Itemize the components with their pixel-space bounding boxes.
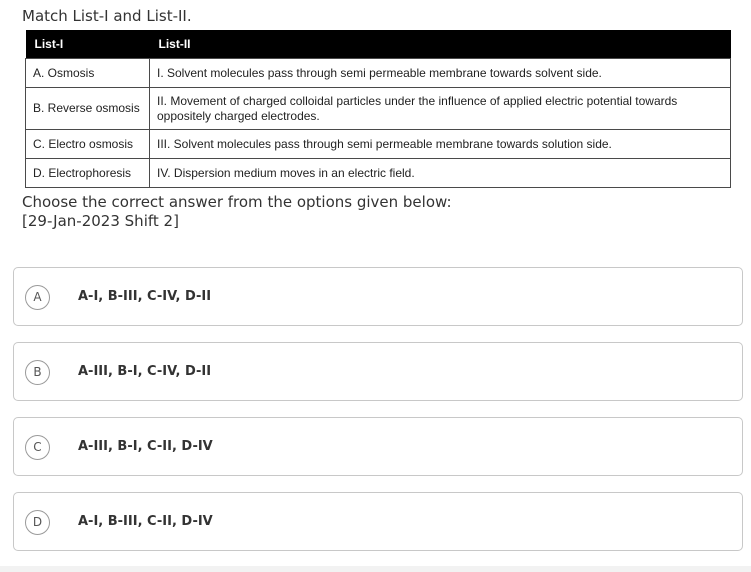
table-row: D. Electrophoresis IV. Dispersion medium… <box>25 158 731 188</box>
list-2-cell: I. Solvent molecules pass through semi p… <box>149 58 731 88</box>
exam-reference: [29-Jan-2023 Shift 2] <box>22 212 179 230</box>
option-text: A-III, B-I, C-II, D-IV <box>78 439 213 454</box>
list-1-cell: B. Reverse osmosis <box>25 87 150 130</box>
option-letter-circle: A <box>25 285 50 310</box>
bottom-divider <box>0 566 751 572</box>
list-2-cell: III. Solvent molecules pass through semi… <box>149 129 731 159</box>
list-2-cell: IV. Dispersion medium moves in an electr… <box>149 158 731 188</box>
match-table: List-I List-II A. Osmosis I. Solvent mol… <box>25 30 731 188</box>
list-1-cell: C. Electro osmosis <box>25 129 150 159</box>
list-1-cell: A. Osmosis <box>25 58 150 88</box>
option-a[interactable]: A A-I, B-III, C-IV, D-II <box>13 267 743 326</box>
question-title: Match List-I and List-II. <box>22 7 192 25</box>
header-list-1: List-I <box>25 30 150 59</box>
option-text: A-I, B-III, C-IV, D-II <box>78 289 212 304</box>
option-c[interactable]: C A-III, B-I, C-II, D-IV <box>13 417 743 476</box>
header-list-2: List-II <box>149 30 731 59</box>
list-1-cell: D. Electrophoresis <box>25 158 150 188</box>
instruction-text: Choose the correct answer from the optio… <box>22 193 452 231</box>
instruction-line: Choose the correct answer from the optio… <box>22 193 452 211</box>
table-row: B. Reverse osmosis II. Movement of charg… <box>25 87 731 130</box>
table-row: A. Osmosis I. Solvent molecules pass thr… <box>25 58 731 88</box>
option-text: A-I, B-III, C-II, D-IV <box>78 514 213 529</box>
option-d[interactable]: D A-I, B-III, C-II, D-IV <box>13 492 743 551</box>
list-2-cell: II. Movement of charged colloidal partic… <box>149 87 731 130</box>
option-letter-circle: D <box>25 510 50 535</box>
table-row: C. Electro osmosis III. Solvent molecule… <box>25 129 731 159</box>
option-letter-circle: C <box>25 435 50 460</box>
option-text: A-III, B-I, C-IV, D-II <box>78 364 212 379</box>
question-page: Match List-I and List-II. List-I List-II… <box>0 0 751 572</box>
option-letter-circle: B <box>25 360 50 385</box>
table-header-row: List-I List-II <box>25 30 731 59</box>
option-b[interactable]: B A-III, B-I, C-IV, D-II <box>13 342 743 401</box>
